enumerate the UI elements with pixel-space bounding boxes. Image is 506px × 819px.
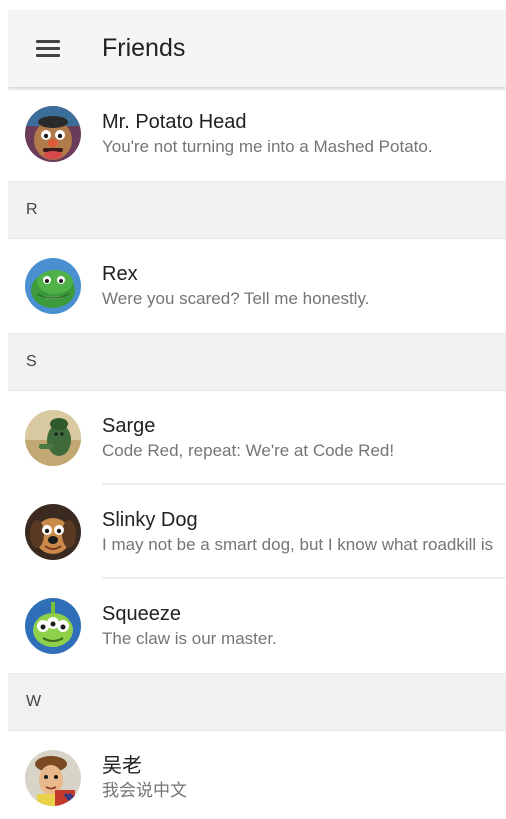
page-title: Friends <box>102 34 186 62</box>
friend-message: You're not turning me into a Mashed Pota… <box>102 137 433 156</box>
slinky-dog-avatar <box>25 504 81 560</box>
rex-avatar <box>25 258 81 314</box>
list-item[interactable]: 吴老 我会说中文 <box>8 731 506 819</box>
friend-name: Squeeze <box>102 603 181 625</box>
friend-message: The claw is our master. <box>102 629 277 648</box>
list-item[interactable]: Squeeze The claw is our master. <box>8 579 506 673</box>
friend-message: Were you scared? Tell me honestly. <box>102 289 370 308</box>
section-header-w: W <box>8 673 506 731</box>
friend-name: Rex <box>102 263 138 285</box>
friend-name: Slinky Dog <box>102 509 198 531</box>
section-header-s: S <box>8 333 506 391</box>
woody-avatar <box>25 750 81 806</box>
friends-list: Mr. Potato Head You're not turning me in… <box>8 87 506 819</box>
app-bar: Friends <box>8 10 506 87</box>
list-item[interactable]: Rex Were you scared? Tell me honestly. <box>8 239 506 333</box>
friend-name: 吴老 <box>102 755 142 777</box>
list-item[interactable]: Sarge Code Red, repeat: We're at Code Re… <box>8 391 506 485</box>
hamburger-menu-icon[interactable] <box>8 10 88 87</box>
friend-name: Sarge <box>102 415 156 437</box>
list-item[interactable]: Mr. Potato Head You're not turning me in… <box>8 87 506 181</box>
friends-screen: Friends Mr. Potato Head You're not turni… <box>8 10 506 819</box>
mr-potato-head-avatar <box>25 106 81 162</box>
friend-name: Mr. Potato Head <box>102 111 247 133</box>
list-item[interactable]: Slinky Dog I may not be a smart dog, but… <box>8 485 506 579</box>
friend-message: Code Red, repeat: We're at Code Red! <box>102 441 395 460</box>
sarge-avatar <box>25 410 81 466</box>
squeeze-avatar <box>25 598 81 654</box>
section-header-r: R <box>8 181 506 239</box>
friend-message: I may not be a smart dog, but I know wha… <box>102 535 494 554</box>
friend-message: 我会说中文 <box>102 781 187 800</box>
